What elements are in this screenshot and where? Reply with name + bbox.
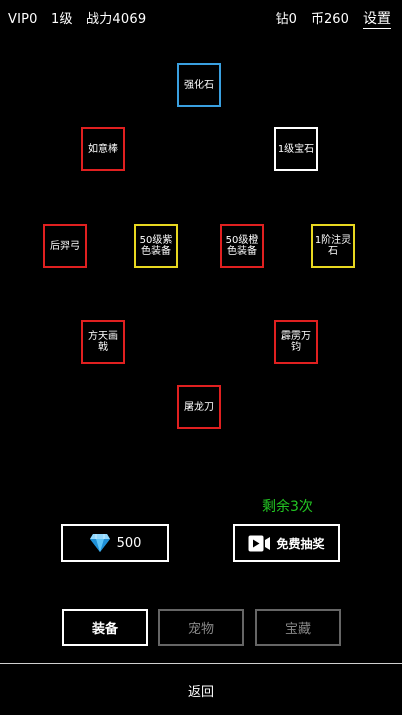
prize-tile[interactable]: 1级宝石	[274, 127, 318, 171]
vip-level: VIP0	[8, 12, 38, 27]
prize-tile[interactable]: 1阶注灵石	[311, 224, 355, 268]
prize-tile[interactable]: 后羿弓	[43, 224, 87, 268]
remaining-draws: 剩余3次	[262, 499, 313, 515]
tab-pets[interactable]: 宠物	[158, 609, 244, 646]
prize-label: 50级紫色装备	[139, 235, 173, 257]
settings-button[interactable]: 设置	[363, 11, 391, 29]
free-draw-label: 免费抽奖	[276, 536, 325, 551]
prize-label: 后羿弓	[50, 240, 80, 252]
diamond-count: 钻0	[275, 12, 297, 27]
player-level: 1级	[50, 12, 73, 27]
prize-label: 强化石	[184, 79, 214, 91]
free-draw-button[interactable]: 免费抽奖	[233, 524, 340, 562]
prize-tile[interactable]: 如意棒	[81, 127, 125, 171]
player-status: VIP0 1级 战力4069	[8, 8, 155, 27]
coin-count: 币260	[311, 12, 349, 27]
tab-treasure[interactable]: 宝藏	[255, 609, 341, 646]
combat-power: 战力4069	[86, 12, 147, 27]
prize-label: 方天画戟	[88, 331, 118, 353]
prize-tile[interactable]: 屠龙刀	[177, 385, 221, 429]
prize-label: 50级橙色装备	[225, 235, 259, 257]
prize-tile[interactable]: 强化石	[177, 63, 221, 107]
diamond-draw-cost: 500	[116, 535, 142, 551]
prize-tile[interactable]: 方天画戟	[81, 320, 125, 364]
back-button[interactable]: 返回	[0, 681, 402, 700]
prize-tile[interactable]: 50级紫色装备	[134, 224, 178, 268]
tab-equipment[interactable]: 装备	[62, 609, 148, 646]
prize-label: 1级宝石	[277, 143, 315, 155]
prize-label: 如意棒	[88, 143, 118, 155]
prize-tile[interactable]: 霹雳万钧	[274, 320, 318, 364]
prize-label: 1阶注灵石	[314, 235, 352, 257]
diamond-icon	[89, 534, 110, 552]
prize-tile[interactable]: 50级橙色装备	[220, 224, 264, 268]
diamond-draw-button[interactable]: 500	[61, 524, 169, 562]
prize-label: 霹雳万钧	[281, 331, 311, 353]
divider	[0, 663, 402, 664]
prize-label: 屠龙刀	[184, 401, 214, 413]
currency-bar: 钻0 币260 设置	[266, 8, 391, 29]
video-camera-icon	[248, 535, 271, 551]
